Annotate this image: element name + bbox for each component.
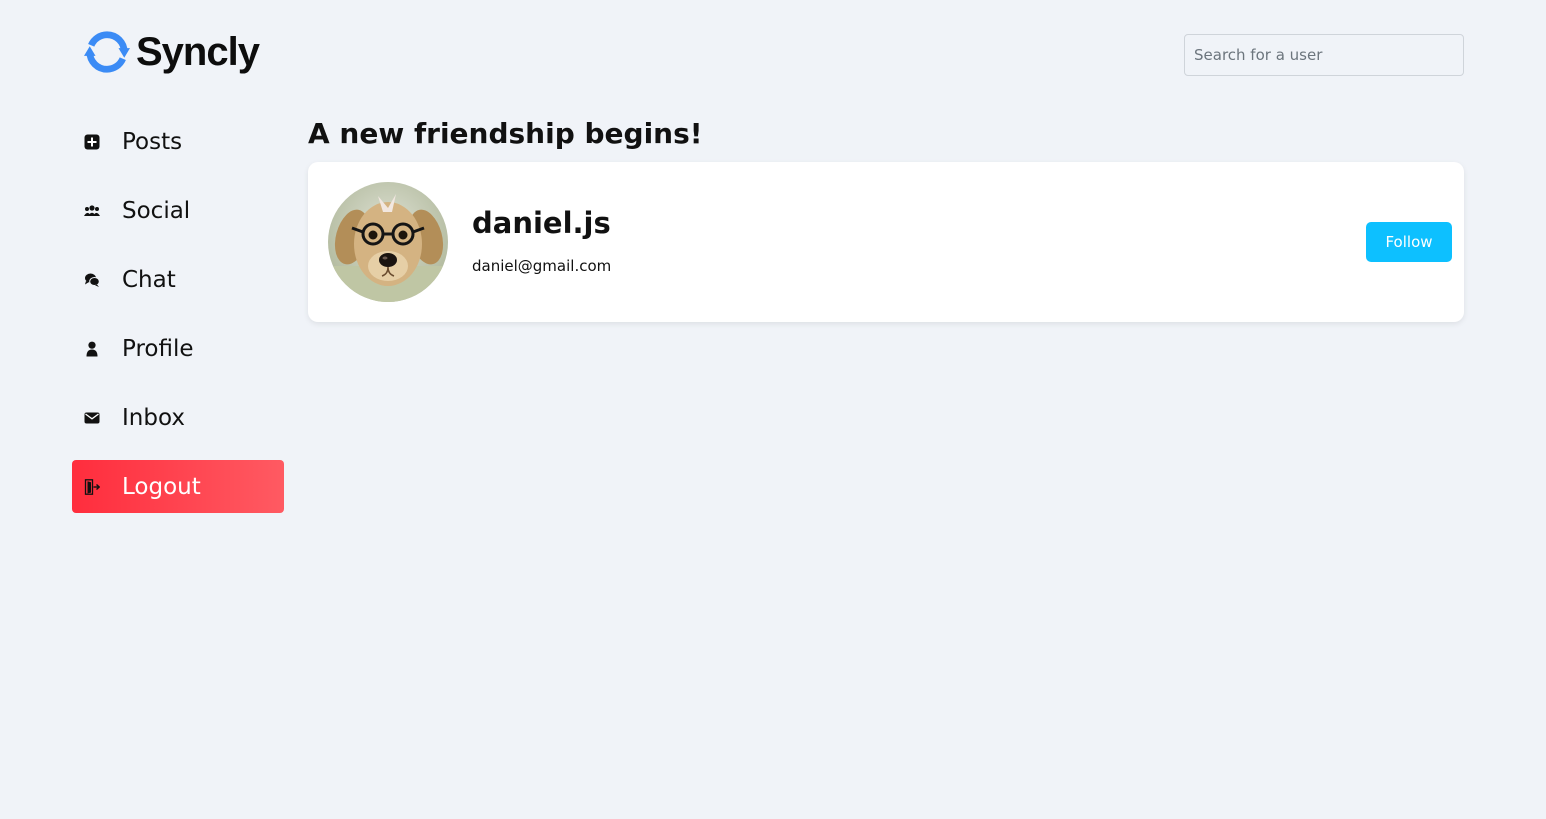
page-title: A new friendship begins! (308, 117, 703, 150)
sidebar-item-inbox[interactable]: Inbox (72, 391, 284, 444)
sidebar-item-profile[interactable]: Profile (72, 322, 284, 375)
envelope-icon (84, 410, 100, 426)
sidebar-item-posts[interactable]: Posts (72, 115, 284, 168)
chat-bubbles-icon (84, 272, 100, 288)
sidebar-item-chat[interactable]: Chat (72, 253, 284, 306)
sidebar-item-label: Chat (122, 266, 176, 293)
sidebar: Posts Social Chat Profile Inbox Logout (72, 115, 284, 529)
user-card: daniel.js daniel@gmail.com Follow (308, 162, 1464, 322)
user-email: daniel@gmail.com (472, 257, 612, 275)
avatar[interactable] (328, 182, 448, 302)
sidebar-item-label: Social (122, 197, 191, 224)
user-icon (84, 341, 100, 357)
brand-logo[interactable]: Syncly (84, 28, 260, 76)
sidebar-item-label: Profile (122, 335, 194, 362)
logout-door-icon (84, 478, 100, 495)
main-content: A new friendship begins! daniel.js danie… (308, 114, 1464, 322)
sidebar-item-logout[interactable]: Logout (72, 460, 284, 513)
follow-button[interactable]: Follow (1366, 222, 1452, 262)
header: Syncly (0, 0, 1546, 110)
sidebar-item-label: Logout (122, 473, 201, 500)
sidebar-item-label: Posts (122, 128, 183, 155)
sidebar-item-social[interactable]: Social (72, 184, 284, 237)
search-input[interactable] (1184, 34, 1464, 76)
users-icon (84, 203, 100, 219)
plus-square-icon (84, 134, 100, 150)
sync-arrows-icon (84, 31, 130, 73)
sidebar-item-label: Inbox (122, 404, 185, 431)
username[interactable]: daniel.js (472, 206, 611, 240)
brand-name: Syncly (136, 29, 260, 74)
